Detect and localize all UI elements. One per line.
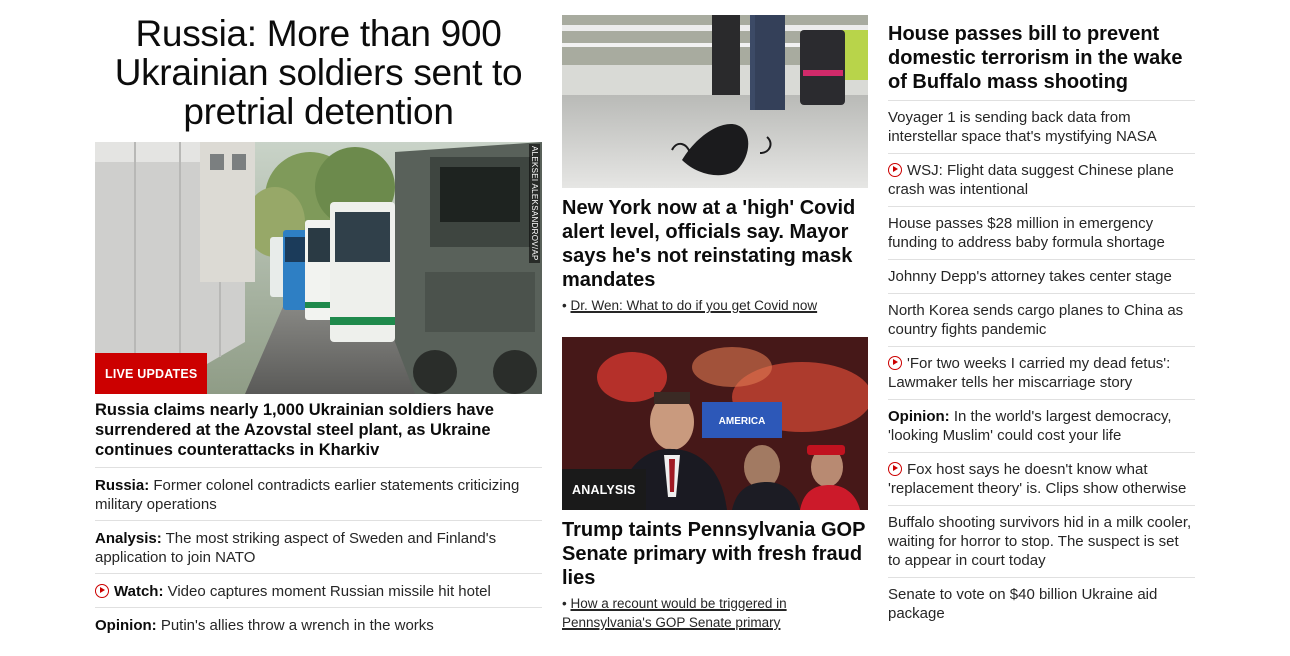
divider — [95, 520, 542, 521]
divider — [888, 293, 1195, 294]
divider — [888, 505, 1195, 506]
divider — [888, 100, 1195, 101]
list-item[interactable]: Senate to vote on $40 billion Ukraine ai… — [888, 585, 1195, 623]
covid-related-link-text: Dr. Wen: What to do if you get Covid now — [570, 298, 818, 313]
hero-headline: Russia: More than 900 Ukrainian soldiers… — [95, 0, 542, 131]
right-top-headline-link[interactable]: House passes bill to prevent domestic te… — [888, 22, 1198, 94]
photo-credit: ALEKSEI ALEKSANDROV/AP — [529, 144, 540, 263]
play-icon — [888, 356, 902, 370]
divider — [95, 573, 542, 574]
divider — [888, 577, 1195, 578]
divider — [888, 206, 1195, 207]
recount-related-link-line2: Pennsylvania's GOP Senate primary — [562, 615, 781, 630]
analysis-badge: ANALYSIS — [562, 469, 646, 510]
item-prefix: Russia: — [95, 477, 150, 494]
covid-related-link[interactable]: Dr. Wen: What to do if you get Covid now — [571, 298, 818, 313]
covid-photo — [562, 15, 868, 188]
item-text: Former colonel contradicts earlier state… — [95, 477, 520, 513]
divider — [888, 259, 1195, 260]
headline-list-column: House passes bill to prevent domestic te… — [888, 0, 1195, 656]
item-text: North Korea sends cargo planes to China … — [888, 302, 1184, 338]
item-text: House passes $28 million in emergency fu… — [888, 215, 1165, 251]
list-item[interactable]: Watch: Video captures moment Russian mis… — [95, 582, 542, 601]
item-prefix: Opinion: — [95, 617, 157, 634]
item-prefix: Watch: — [114, 583, 164, 600]
play-icon — [888, 163, 902, 177]
play-icon — [95, 584, 109, 598]
list-item[interactable]: Analysis: The most striking aspect of Sw… — [95, 529, 542, 567]
recount-related-link[interactable]: How a recount would be triggered in Penns… — [562, 596, 787, 630]
item-text: Fox host says he doesn't know what 'repl… — [888, 461, 1187, 497]
list-item[interactable]: WSJ: Flight data suggest Chinese plane c… — [888, 161, 1195, 199]
list-item[interactable]: House passes $28 million in emergency fu… — [888, 214, 1195, 252]
related-link-row: • How a recount would be triggered in Pen… — [562, 594, 868, 632]
covid-photo-link[interactable] — [562, 15, 868, 188]
trump-headline-link[interactable]: Trump taints Pennsylvania GOP Senate pri… — [562, 518, 872, 590]
lead-story-column: Russia: More than 900 Ukrainian soldiers… — [95, 0, 542, 656]
list-item[interactable]: Buffalo shooting survivors hid in a milk… — [888, 513, 1195, 570]
campaign-sign-text: AMERICA — [719, 416, 766, 427]
item-text: Johnny Depp's attorney takes center stag… — [888, 268, 1172, 285]
divider — [95, 467, 542, 468]
list-item[interactable]: Fox host says he doesn't know what 'repl… — [888, 460, 1195, 498]
hero-photo-link[interactable]: ALEKSEI ALEKSANDROV/AP LIVE UPDATES — [95, 142, 542, 394]
trump-photo-link[interactable]: AMERICA ANALYSIS — [562, 337, 868, 510]
divider — [888, 153, 1195, 154]
lead-story-link[interactable]: Russia claims nearly 1,000 Ukrainian sol… — [95, 400, 542, 460]
middle-stories-column: New York now at a 'high' Covid alert lev… — [562, 0, 868, 656]
list-item[interactable]: Russia: Former colonel contradicts earli… — [95, 476, 542, 514]
list-item[interactable]: Opinion: In the world's largest democrac… — [888, 407, 1195, 445]
divider — [888, 346, 1195, 347]
covid-headline-link[interactable]: New York now at a 'high' Covid alert lev… — [562, 196, 872, 292]
list-item[interactable]: Voyager 1 is sending back data from inte… — [888, 108, 1195, 146]
item-text: Voyager 1 is sending back data from inte… — [888, 109, 1157, 145]
hero-headline-link[interactable]: Russia: More than 900 Ukrainian soldiers… — [115, 13, 523, 132]
item-text: WSJ: Flight data suggest Chinese plane c… — [888, 162, 1174, 198]
divider — [888, 452, 1195, 453]
list-item[interactable]: North Korea sends cargo planes to China … — [888, 301, 1195, 339]
divider — [888, 399, 1195, 400]
bullet-icon: • — [562, 596, 567, 611]
item-prefix: Analysis: — [95, 530, 162, 547]
bullet-icon: • — [562, 298, 567, 313]
recount-related-link-line1: How a recount would be triggered in — [570, 596, 787, 611]
item-text: Senate to vote on $40 billion Ukraine ai… — [888, 586, 1158, 622]
item-text: Video captures moment Russian missile hi… — [163, 583, 491, 600]
item-text: Buffalo shooting survivors hid in a milk… — [888, 514, 1192, 569]
list-item[interactable]: Johnny Depp's attorney takes center stag… — [888, 267, 1195, 286]
item-prefix: Opinion: — [888, 408, 950, 425]
related-link-row: • Dr. Wen: What to do if you get Covid n… — [562, 296, 817, 315]
live-updates-badge: LIVE UPDATES — [95, 353, 208, 394]
list-item[interactable]: Opinion: Putin's allies throw a wrench i… — [95, 616, 542, 635]
item-text: Putin's allies throw a wrench in the wor… — [156, 617, 434, 634]
list-item[interactable]: 'For two weeks I carried my dead fetus':… — [888, 354, 1195, 392]
item-text: 'For two weeks I carried my dead fetus':… — [888, 355, 1171, 391]
play-icon — [888, 462, 902, 476]
divider — [95, 607, 542, 608]
